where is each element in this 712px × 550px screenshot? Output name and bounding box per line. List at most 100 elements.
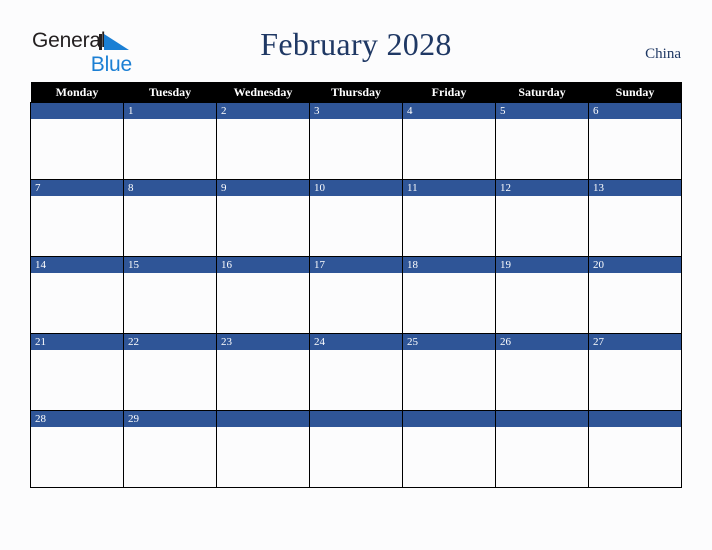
calendar-day-cell[interactable]: 13: [588, 179, 682, 257]
calendar-day-cell[interactable]: 23: [216, 333, 310, 411]
calendar-day-cell[interactable]: 6: [588, 102, 682, 180]
calendar-day-cell[interactable]: 11: [402, 179, 496, 257]
day-number: [496, 411, 588, 427]
day-number: 24: [310, 334, 402, 350]
calendar-page: General Blue February 2028 China Monday …: [0, 0, 712, 550]
day-events-area[interactable]: [496, 273, 588, 331]
day-events-area[interactable]: [589, 196, 681, 254]
day-number: 15: [124, 257, 216, 273]
calendar-day-cell[interactable]: 1: [123, 102, 217, 180]
day-events-area[interactable]: [403, 350, 495, 408]
day-events-area[interactable]: [124, 273, 216, 331]
calendar-week-row: 7 8 9 10 11 12 13: [30, 179, 682, 257]
calendar-day-cell[interactable]: 14: [30, 256, 124, 334]
day-number: [403, 411, 495, 427]
day-number: [217, 411, 309, 427]
calendar-day-cell[interactable]: 7: [30, 179, 124, 257]
calendar-day-cell[interactable]: [30, 102, 124, 180]
page-title: February 2028: [260, 26, 452, 62]
weekday-header-sunday: Sunday: [588, 82, 682, 103]
day-events-area[interactable]: [403, 119, 495, 177]
day-events-area[interactable]: [124, 196, 216, 254]
calendar-day-cell[interactable]: 20: [588, 256, 682, 334]
day-events-area[interactable]: [217, 196, 309, 254]
day-events-area[interactable]: [31, 350, 123, 408]
day-events-area[interactable]: [310, 350, 402, 408]
day-events-area[interactable]: [496, 350, 588, 408]
calendar-day-cell[interactable]: 5: [495, 102, 589, 180]
calendar-day-cell[interactable]: 18: [402, 256, 496, 334]
day-events-area[interactable]: [589, 273, 681, 331]
day-events-area[interactable]: [31, 427, 123, 485]
calendar-day-cell[interactable]: 19: [495, 256, 589, 334]
calendar-day-cell[interactable]: [402, 410, 496, 488]
day-number: 26: [496, 334, 588, 350]
calendar-day-cell[interactable]: 15: [123, 256, 217, 334]
calendar-table: Monday Tuesday Wednesday Thursday Friday…: [30, 82, 682, 488]
calendar-day-cell[interactable]: 26: [495, 333, 589, 411]
calendar-day-cell[interactable]: [309, 410, 403, 488]
day-events-area[interactable]: [496, 196, 588, 254]
day-events-area[interactable]: [31, 196, 123, 254]
day-number: 13: [589, 180, 681, 196]
day-number: 3: [310, 103, 402, 119]
calendar-day-cell[interactable]: 3: [309, 102, 403, 180]
day-number: 2: [217, 103, 309, 119]
calendar-day-cell[interactable]: 24: [309, 333, 403, 411]
calendar-day-cell[interactable]: 12: [495, 179, 589, 257]
day-events-area[interactable]: [124, 350, 216, 408]
day-number: 7: [31, 180, 123, 196]
day-events-area[interactable]: [124, 427, 216, 485]
calendar-day-cell[interactable]: 27: [588, 333, 682, 411]
day-number: [310, 411, 402, 427]
day-events-area[interactable]: [217, 119, 309, 177]
calendar-day-cell[interactable]: 21: [30, 333, 124, 411]
day-events-area[interactable]: [403, 273, 495, 331]
day-events-area[interactable]: [310, 273, 402, 331]
weekday-header-wednesday: Wednesday: [216, 82, 310, 103]
day-events-area[interactable]: [496, 119, 588, 177]
calendar-day-cell[interactable]: 17: [309, 256, 403, 334]
day-events-area[interactable]: [124, 119, 216, 177]
calendar-day-cell[interactable]: 25: [402, 333, 496, 411]
weekday-header-monday: Monday: [30, 82, 124, 103]
day-events-area[interactable]: [217, 273, 309, 331]
calendar-day-cell[interactable]: 29: [123, 410, 217, 488]
day-number: 29: [124, 411, 216, 427]
day-events-area[interactable]: [496, 427, 588, 485]
day-number: 23: [217, 334, 309, 350]
calendar-day-cell[interactable]: [495, 410, 589, 488]
day-events-area[interactable]: [310, 427, 402, 485]
day-number: 18: [403, 257, 495, 273]
day-number: 11: [403, 180, 495, 196]
calendar-day-cell[interactable]: 16: [216, 256, 310, 334]
day-number: 8: [124, 180, 216, 196]
calendar-day-cell[interactable]: [588, 410, 682, 488]
day-number: 14: [31, 257, 123, 273]
day-number: 5: [496, 103, 588, 119]
calendar-day-cell[interactable]: 28: [30, 410, 124, 488]
calendar-day-cell[interactable]: 10: [309, 179, 403, 257]
calendar-day-cell[interactable]: 8: [123, 179, 217, 257]
day-events-area[interactable]: [31, 273, 123, 331]
day-events-area[interactable]: [589, 350, 681, 408]
day-number: [589, 411, 681, 427]
day-events-area[interactable]: [589, 119, 681, 177]
weekday-header-row: Monday Tuesday Wednesday Thursday Friday…: [30, 82, 682, 103]
day-events-area[interactable]: [310, 196, 402, 254]
calendar-header-row: Monday Tuesday Wednesday Thursday Friday…: [30, 82, 682, 103]
calendar-day-cell[interactable]: 2: [216, 102, 310, 180]
calendar-day-cell[interactable]: 4: [402, 102, 496, 180]
day-events-area[interactable]: [310, 119, 402, 177]
day-number: 16: [217, 257, 309, 273]
day-events-area[interactable]: [403, 196, 495, 254]
day-events-area[interactable]: [217, 427, 309, 485]
day-events-area[interactable]: [31, 119, 123, 177]
day-number: 10: [310, 180, 402, 196]
calendar-day-cell[interactable]: 9: [216, 179, 310, 257]
calendar-day-cell[interactable]: [216, 410, 310, 488]
calendar-day-cell[interactable]: 22: [123, 333, 217, 411]
day-events-area[interactable]: [403, 427, 495, 485]
day-events-area[interactable]: [589, 427, 681, 485]
day-events-area[interactable]: [217, 350, 309, 408]
